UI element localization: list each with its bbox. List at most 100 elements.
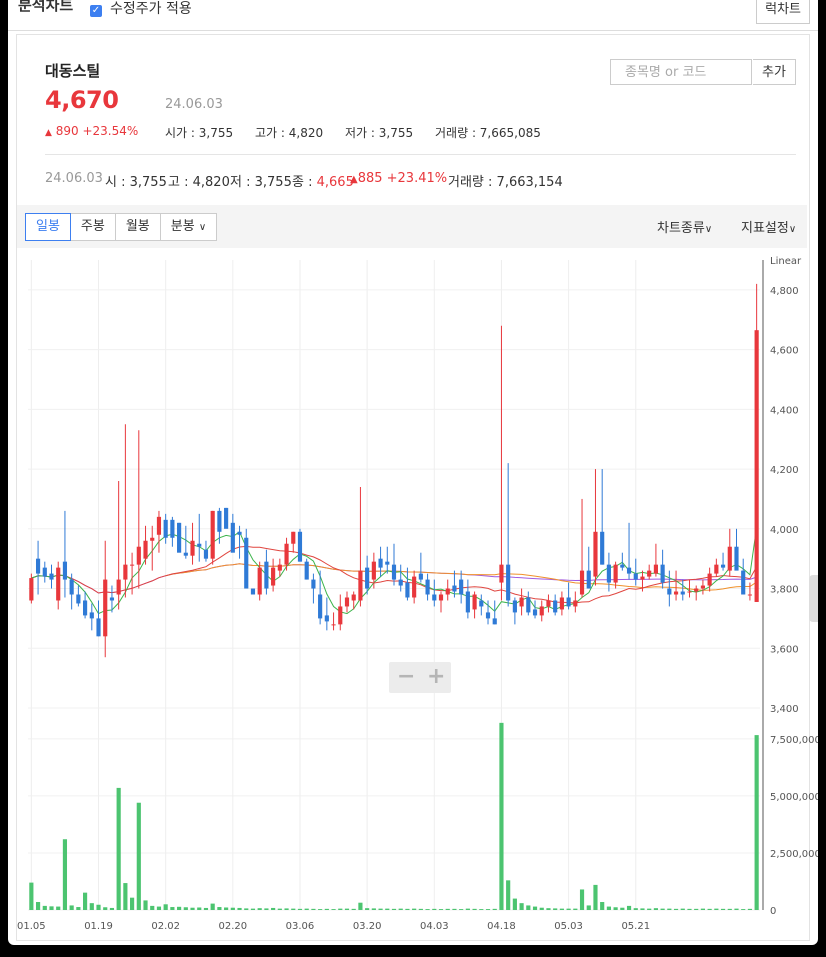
volume-bar (136, 802, 141, 910)
open-value: 3,755 (198, 126, 234, 140)
candle-body (479, 600, 484, 607)
volume-bar (103, 907, 108, 910)
candle-body (351, 594, 356, 601)
chart-type-dropdown[interactable]: 차트종류∨ (657, 217, 712, 236)
volume-bar (291, 908, 296, 910)
candle-body (291, 531, 296, 544)
candle-body (83, 600, 88, 616)
candle-body (485, 612, 491, 619)
candle-body (452, 585, 457, 592)
high-value: 4,820 (288, 126, 324, 140)
divider (45, 154, 796, 155)
volume-bar (237, 907, 242, 910)
candle-body (385, 561, 390, 565)
volume-bar (150, 905, 155, 910)
candle-body (130, 564, 135, 566)
volume-bar (532, 906, 538, 910)
candle-body (183, 552, 188, 556)
detail-volume-value: 7,663,154 (496, 175, 563, 190)
candle-body (244, 537, 249, 589)
price-chart[interactable]: 01.05 01.19 02.02 02.20 03.06 03.20 04.03 04.18… (8, 250, 818, 940)
candle-body (311, 579, 316, 589)
candle-body (237, 531, 242, 535)
volume-bar (163, 904, 168, 910)
volume-bar (606, 906, 611, 910)
volume-bar (217, 907, 222, 910)
candle-body (532, 609, 538, 616)
detail-date: 24.06.03 (45, 171, 103, 186)
candle-body (606, 564, 611, 583)
tab-monthly[interactable]: 월봉 (115, 213, 161, 241)
x-tick-label: 05.03 (554, 921, 583, 932)
volume-bar (452, 908, 457, 910)
volume-bar (76, 907, 81, 910)
tab-minute-label: 분봉 (170, 219, 195, 234)
candle-body (445, 588, 450, 595)
detail-high: 고 : 4,820 (168, 175, 230, 190)
detail-volume-label: 거래량 (448, 175, 484, 190)
volume-bar (553, 908, 558, 910)
detail-open-value: 3,755 (129, 175, 167, 190)
candle-body (304, 561, 309, 580)
candle-body (284, 543, 289, 565)
indicator-dropdown[interactable]: 지표설정∨ (741, 217, 796, 236)
volume-bar (747, 908, 753, 910)
stock-search-input[interactable]: 종목명 or 코드 (610, 59, 752, 85)
candle-body (506, 564, 511, 601)
volume-bar (210, 903, 215, 910)
tab-weekly[interactable]: 주봉 (70, 213, 116, 241)
candle-body (667, 588, 672, 595)
candle-body (700, 585, 705, 589)
candle-body (331, 624, 336, 626)
detail-low-value: 3,755 (254, 175, 292, 190)
volume-tick-label: 2,500,000 (770, 849, 818, 860)
volume-bar (653, 908, 658, 910)
candle-body (660, 564, 665, 583)
tab-daily[interactable]: 일봉 (25, 213, 71, 241)
y-tick-label: 3,800 (770, 585, 799, 596)
volume-bar (42, 905, 47, 910)
volume-bar (626, 905, 632, 910)
chart-mode-button[interactable]: 럭차트 (756, 0, 810, 24)
volume-bar (479, 909, 484, 910)
volume-bar (271, 907, 276, 910)
adjusted-price-checkbox[interactable]: ✓ (90, 5, 102, 17)
volume-bar (203, 907, 209, 910)
side-panel-handle[interactable] (809, 575, 818, 622)
zoom-out-button[interactable]: − (397, 664, 415, 689)
x-tick-label: 01.19 (84, 921, 113, 932)
x-tick-label: 03.20 (353, 921, 382, 932)
candle-body (512, 600, 517, 613)
add-stock-button[interactable]: 추가 (753, 59, 796, 85)
volume-bar (35, 902, 41, 910)
price-change: ▲ 890 +23.54% (45, 124, 138, 138)
x-tick-label: 04.18 (487, 921, 516, 932)
candle-body (741, 570, 746, 595)
candle-body (177, 522, 182, 553)
volume-bar (660, 908, 665, 910)
volume-bar (385, 908, 390, 910)
zoom-in-button[interactable]: + (427, 664, 445, 689)
candle-body (647, 570, 652, 577)
candle-body (707, 573, 712, 586)
candle-body (492, 618, 497, 625)
candle-body (163, 519, 168, 538)
volume-bar (741, 909, 746, 910)
candle-body (170, 519, 175, 538)
x-tick-label: 02.20 (219, 921, 248, 932)
candle-body (324, 615, 329, 622)
volume-bar (358, 902, 363, 910)
candle-body (626, 567, 632, 574)
volume-bar (250, 908, 256, 910)
candle-body (358, 570, 363, 601)
volume-bar (432, 908, 437, 910)
candle-body (398, 579, 403, 586)
volume-bar (62, 839, 68, 910)
candle-body (432, 594, 437, 601)
candle-body (365, 567, 370, 589)
candle-body (620, 564, 625, 568)
candle-body (49, 573, 54, 580)
tab-minute[interactable]: 분봉 ∨ (160, 213, 218, 241)
y-tick-label: 4,600 (770, 346, 799, 357)
candle-body (103, 579, 108, 637)
